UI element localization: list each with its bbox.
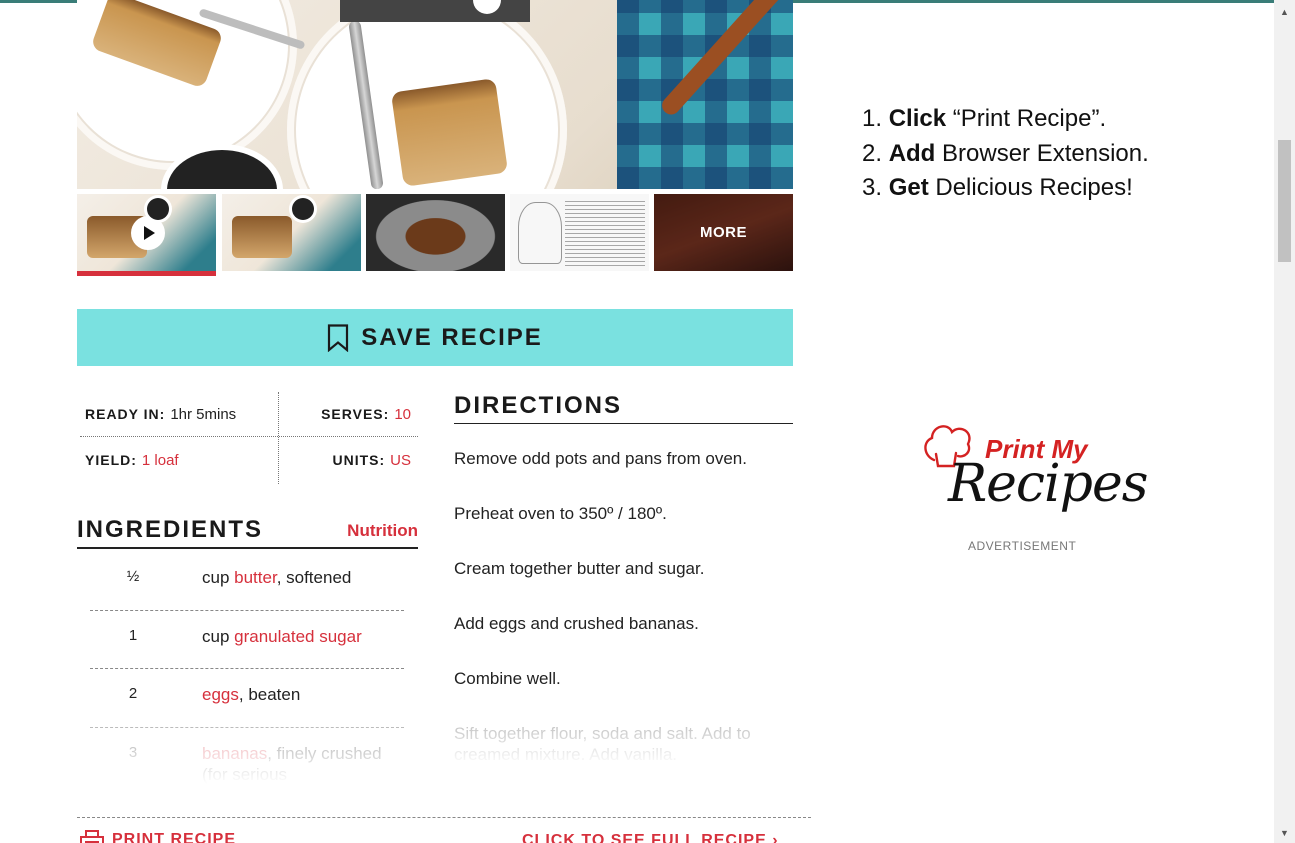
printer-icon — [80, 830, 104, 843]
print-recipe-link[interactable]: PRINT RECIPE — [80, 830, 236, 843]
bread-slice-shape — [390, 78, 509, 187]
ingredient-row: 3 bananas, finely crushed (for serious — [90, 728, 404, 785]
footer-divider — [77, 817, 811, 818]
ingredient-text: bananas, finely crushed (for serious — [202, 743, 402, 785]
scroll-up-arrow-icon[interactable]: ▲ — [1274, 3, 1295, 20]
towel-shape — [617, 0, 793, 189]
serves-label: SERVES: — [321, 406, 390, 422]
ingredient-text: cup granulated sugar — [202, 626, 402, 647]
print-recipe-label: PRINT RECIPE — [112, 831, 237, 843]
ingredients-list: ½ cup butter, softened 1 cup granulated … — [90, 552, 404, 784]
recipe-hero-photo[interactable] — [77, 0, 793, 189]
ingredient-qty: 3 — [128, 743, 138, 761]
scrollbar-thumb[interactable] — [1278, 140, 1291, 262]
thumbnail-more[interactable]: MORE — [654, 194, 793, 271]
ad-logo[interactable]: Print My Recipes — [920, 420, 1148, 528]
ingredients-header: INGREDIENTS Nutrition — [77, 516, 418, 549]
ingredient-row: 1 cup granulated sugar — [90, 611, 404, 669]
ingredient-text: cup butter, softened — [202, 567, 402, 588]
advertisement-label: ADVERTISEMENT — [968, 539, 1077, 553]
yield-label: YIELD: — [85, 452, 137, 468]
scroll-down-arrow-icon[interactable]: ▼ — [1274, 824, 1295, 841]
serves-value[interactable]: 10 — [394, 406, 411, 423]
ingredient-note: , beaten — [238, 685, 301, 704]
ingredient-link[interactable]: granulated sugar — [234, 627, 362, 646]
direction-step: Preheat oven to 350º / 180º. — [454, 504, 667, 523]
ingredient-link[interactable]: bananas — [202, 744, 267, 763]
recipe-meta: READY IN: 1hr 5mins SERVES: 10 YIELD: 1 … — [80, 392, 418, 484]
sketch-shape — [518, 202, 562, 264]
yield: YIELD: 1 loaf — [85, 438, 179, 482]
full-recipe-link[interactable]: CLICK TO SEE FULL RECIPE › — [522, 832, 779, 843]
meta-divider — [278, 392, 279, 484]
ad-step-bold: Click — [888, 105, 947, 132]
ingredient-note: , softened — [276, 568, 352, 587]
more-label: MORE — [654, 194, 793, 271]
text-lines-shape — [565, 200, 645, 266]
ingredient-row: 2 eggs, beaten — [90, 669, 404, 728]
ad-steps[interactable]: 1. Click “Print Recipe”. 2. Add Browser … — [862, 102, 1149, 206]
thumbnail-photo[interactable] — [222, 194, 361, 271]
thumbnail-photo[interactable] — [510, 194, 649, 271]
thumbnail-photo[interactable] — [366, 194, 505, 271]
ready-in-label: READY IN: — [85, 406, 166, 422]
nutrition-link[interactable]: Nutrition — [347, 521, 418, 541]
ad-step-text: Browser Extension. — [935, 139, 1149, 167]
units[interactable]: UNITS: US — [332, 438, 411, 482]
ingredient-qty: ½ — [126, 568, 140, 585]
ingredients-title: INGREDIENTS — [77, 516, 264, 543]
direction-step: Remove odd pots and pans from oven. — [454, 449, 747, 468]
ingredient-row: ½ cup butter, softened — [90, 552, 404, 611]
yield-value[interactable]: 1 loaf — [142, 452, 179, 469]
direction-step: Cream together butter and sugar. — [454, 559, 705, 578]
play-icon[interactable] — [473, 0, 501, 14]
ad-step-bold: Get — [888, 174, 929, 201]
gallery-thumbnails: MORE — [77, 194, 793, 276]
save-recipe-label: SAVE RECIPE — [361, 323, 543, 351]
direction-step: Add eggs and crushed bananas. — [454, 614, 699, 633]
directions-title: DIRECTIONS — [454, 392, 623, 419]
ad-step-text: “Print Recipe”. — [946, 105, 1107, 132]
ad-step-bold: Add — [888, 139, 936, 167]
play-icon[interactable] — [131, 216, 165, 250]
ad-step-text: Delicious Recipes! — [928, 174, 1133, 201]
ready-in: READY IN: 1hr 5mins — [85, 392, 236, 436]
page-scrollbar[interactable]: ▲ ▼ — [1274, 0, 1295, 843]
active-thumbnail-indicator — [77, 271, 216, 276]
directions-header: DIRECTIONS — [454, 392, 793, 424]
direction-step: Combine well. — [454, 669, 561, 688]
units-value[interactable]: US — [390, 452, 411, 469]
units-label: UNITS: — [332, 452, 386, 468]
ready-in-value: 1hr 5mins — [170, 405, 237, 423]
directions-list: Remove odd pots and pans from oven. Preh… — [454, 448, 794, 764]
serves[interactable]: SERVES: 10 — [321, 392, 411, 436]
ingredient-text: eggs, beaten — [202, 684, 402, 705]
ingredient-qty: 2 — [128, 685, 138, 702]
save-recipe-button[interactable]: SAVE RECIPE — [77, 309, 793, 366]
ingredient-unit: cup — [202, 568, 235, 587]
ingredient-unit: cup — [202, 626, 235, 646]
ingredient-qty: 1 — [128, 626, 138, 644]
bookmark-icon — [328, 323, 349, 352]
direction-step: Sift together flour, soda and salt. Add … — [454, 724, 751, 764]
ingredient-link[interactable]: butter — [234, 568, 277, 587]
video-overlay-bar[interactable] — [340, 0, 530, 22]
ad-step: 3. Get Delicious Recipes! — [862, 174, 1133, 201]
ad-step: 1. Click “Print Recipe”. — [862, 105, 1107, 132]
ad-logo-bottom: Recipes — [948, 454, 1148, 514]
ad-step: 2. Add Browser Extension. — [862, 139, 1149, 167]
meta-divider — [80, 436, 418, 437]
thumbnail-video[interactable] — [77, 194, 216, 271]
ingredient-link[interactable]: eggs — [202, 685, 239, 704]
